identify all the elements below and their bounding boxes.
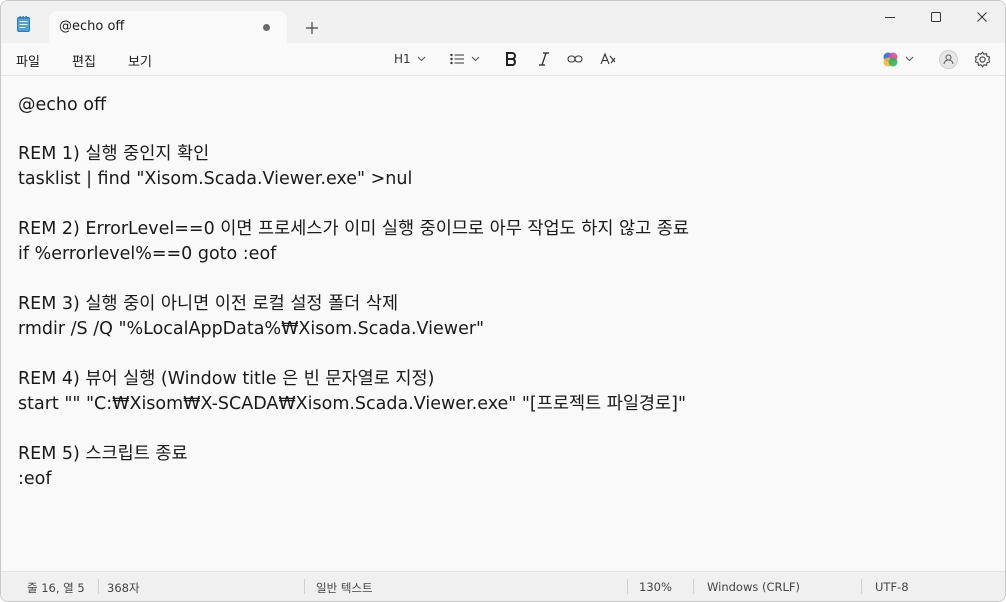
menu-edit[interactable]: 편집 xyxy=(72,51,96,70)
menu-file[interactable]: 파일 xyxy=(16,51,40,70)
status-divider xyxy=(861,579,862,594)
copilot-icon xyxy=(883,52,898,66)
copilot-dropdown[interactable] xyxy=(882,49,914,69)
tab-title: @echo off xyxy=(59,19,125,34)
editor-line: rmdir /S /Q "%LocalAppData%₩Xisom.Scada.… xyxy=(18,319,485,339)
settings-button[interactable] xyxy=(974,49,991,69)
account-avatar-icon xyxy=(939,49,958,69)
minimize-button[interactable] xyxy=(867,5,913,29)
account-button[interactable] xyxy=(939,49,958,69)
line-ending[interactable]: Windows (CRLF) xyxy=(707,580,800,594)
editor-line: REM 4) 뷰어 실행 (Window title 은 빈 문자열로 지정) xyxy=(18,369,435,389)
cursor-position[interactable]: 줄 16, 열 5 xyxy=(27,580,85,596)
close-button[interactable] xyxy=(959,5,1005,29)
text-mode[interactable]: 일반 텍스트 xyxy=(316,580,373,596)
minimize-icon xyxy=(885,17,895,18)
encoding[interactable]: UTF-8 xyxy=(875,580,909,594)
editor-line: @echo off xyxy=(18,95,107,115)
chevron-down-icon xyxy=(905,56,914,62)
chevron-down-icon xyxy=(417,56,426,62)
editor-line: REM 1) 실행 중인지 확인 xyxy=(18,144,210,164)
italic-icon xyxy=(539,52,549,66)
link-button[interactable] xyxy=(567,49,583,69)
character-count: 368자 xyxy=(107,581,140,595)
editor-line: :eof xyxy=(18,469,52,489)
editor-line: REM 5) 스크립트 종료 xyxy=(18,444,188,464)
clear-formatting-icon xyxy=(600,52,616,65)
status-divider xyxy=(304,579,305,594)
editor-line: start "" "C:₩Xisom₩X-SCADA₩Xisom.Scada.V… xyxy=(18,394,687,414)
status-divider xyxy=(98,579,99,594)
clear-formatting-button[interactable] xyxy=(600,49,616,69)
heading-label: H1 xyxy=(394,52,411,66)
text-editor[interactable]: @echo off REM 1) 실행 중인지 확인 tasklist | fi… xyxy=(1,76,1005,569)
status-divider xyxy=(627,579,628,594)
bulleted-list-icon xyxy=(450,53,464,65)
list-dropdown[interactable] xyxy=(450,49,480,69)
title-bar: @echo off xyxy=(1,1,1005,43)
bold-button[interactable] xyxy=(505,49,517,69)
status-bar: 줄 16, 열 5 368자 일반 텍스트 130% Windows (CRLF… xyxy=(1,571,1005,601)
chevron-down-icon xyxy=(471,56,480,62)
tab-document[interactable]: @echo off xyxy=(49,11,287,43)
unsaved-indicator-icon[interactable] xyxy=(263,24,270,31)
maximize-button[interactable] xyxy=(913,5,959,29)
gear-icon xyxy=(974,51,991,67)
editor-line: tasklist | find "Xisom.Scada.Viewer.exe"… xyxy=(18,169,413,189)
menu-toolbar: 파일 편집 보기 H1 xyxy=(1,43,1005,76)
bold-icon xyxy=(506,52,516,66)
link-icon xyxy=(567,55,583,63)
menu-view[interactable]: 보기 xyxy=(128,51,152,70)
new-tab-plus-icon[interactable] xyxy=(301,17,323,39)
close-icon xyxy=(977,12,987,22)
maximize-icon xyxy=(931,12,941,22)
editor-line: REM 3) 실행 중이 아니면 이전 로컬 설정 폴더 삭제 xyxy=(18,294,399,314)
editor-line: REM 2) ErrorLevel==0 이면 프로세스가 이미 실행 중이므로… xyxy=(18,219,689,239)
italic-button[interactable] xyxy=(538,49,550,69)
heading-dropdown[interactable]: H1 xyxy=(394,49,426,69)
editor-line: if %errorlevel%==0 goto :eof xyxy=(18,244,277,264)
zoom-level[interactable]: 130% xyxy=(639,580,672,594)
notepad-window: @echo off 파일 편집 보기 H1 @echo off REM 1) 실… xyxy=(0,0,1006,602)
notepad-app-icon xyxy=(17,16,30,32)
status-divider xyxy=(693,579,694,594)
